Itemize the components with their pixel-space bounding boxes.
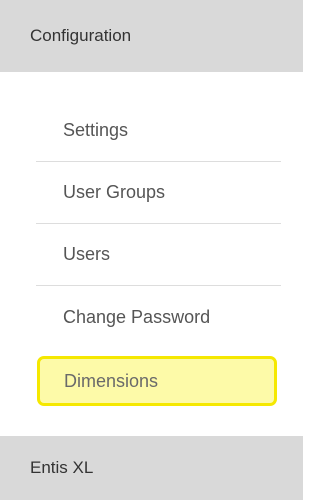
menu-item-dimensions[interactable]: Dimensions	[37, 356, 277, 406]
section-header-configuration-label: Configuration	[30, 26, 132, 45]
navigation-menu: Configuration Settings User Groups Users…	[0, 0, 303, 500]
menu-item-users-label: Users	[63, 244, 111, 264]
menu-item-user-groups-label: User Groups	[63, 182, 166, 202]
section-header-configuration[interactable]: Configuration	[0, 0, 303, 72]
configuration-submenu: Settings User Groups Users Change Passwo…	[0, 72, 303, 436]
menu-item-change-password[interactable]: Change Password	[36, 286, 281, 348]
menu-item-settings[interactable]: Settings	[36, 100, 281, 162]
section-header-entis-xl[interactable]: Entis XL	[0, 436, 303, 500]
menu-item-user-groups[interactable]: User Groups	[36, 162, 281, 224]
menu-item-users[interactable]: Users	[36, 224, 281, 286]
menu-item-settings-label: Settings	[63, 120, 129, 140]
section-header-entis-xl-label: Entis XL	[30, 458, 94, 477]
menu-item-change-password-label: Change Password	[63, 306, 211, 327]
menu-item-dimensions-label: Dimensions	[64, 370, 159, 391]
